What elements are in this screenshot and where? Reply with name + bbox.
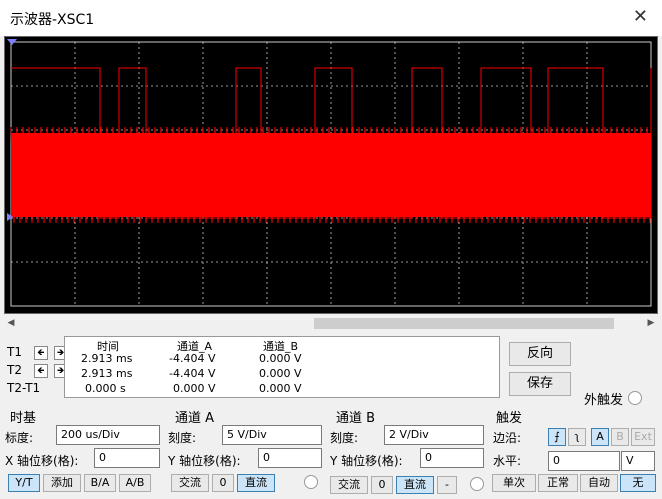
channel-a-ac-button[interactable]: 交流 (171, 474, 209, 492)
channel-b-zero-button[interactable]: 0 (371, 476, 393, 494)
trigger-group-label: 触发 (496, 411, 523, 426)
channel-b-ac-button[interactable]: 交流 (330, 476, 368, 494)
trigger-source-ext-button[interactable]: Ext (631, 428, 655, 446)
trigger-falling-edge-icon[interactable]: ʅ (568, 428, 586, 446)
channel-a-ypos-label: Y 轴位移(格): (168, 454, 241, 468)
trigger-edge-label: 边沿: (493, 431, 522, 445)
channel-b-dc-button[interactable]: 直流 (396, 476, 434, 494)
channel-b-ypos-field[interactable]: 0 (420, 448, 484, 468)
trigger-source-b-button[interactable]: B (611, 428, 629, 446)
trigger-none-button[interactable]: 无 (620, 474, 656, 492)
trigger-level-label: 水平: (493, 454, 522, 468)
trigger-auto-button[interactable]: 自动 (580, 474, 618, 492)
channel-a-ypos-field[interactable]: 0 (258, 448, 322, 468)
channel-b-scale-label: 刻度: (330, 431, 359, 445)
channel-a-zero-button[interactable]: 0 (212, 474, 234, 492)
measurement-readout: 时间 通道_A 通道_B 2.913 ms -4.404 V 0.000 V 2… (64, 336, 500, 398)
readout-diff-cha: 0.000 V (173, 382, 216, 395)
window-title: 示波器-XSC1 (10, 12, 95, 28)
readout-t1-chb: 0.000 V (259, 352, 302, 365)
readout-t2-time: 2.913 ms (81, 367, 133, 380)
t1-left-arrow-icon[interactable]: 🡸 (33, 345, 48, 360)
timebase-xpos-label: X 轴位移(格): (5, 454, 79, 468)
cursor-t2-row: T2 🡸 🡺 (7, 363, 68, 379)
timebase-xpos-field[interactable]: 0 (94, 448, 160, 468)
channel-a-scale-label: 刻度: (168, 431, 197, 445)
trigger-rising-edge-icon[interactable]: ⨍ (548, 428, 566, 446)
mode-ab-button[interactable]: A/B (119, 474, 151, 492)
readout-t2-cha: -4.404 V (169, 367, 216, 380)
channel-b-ypos-label: Y 轴位移(格): (330, 454, 403, 468)
reverse-button[interactable]: 反向 (509, 342, 571, 366)
timebase-scale-field[interactable]: 200 us/Div (56, 425, 160, 445)
timebase-group-label: 时基 (10, 411, 37, 426)
trigger-level-field[interactable]: 0 (548, 451, 620, 471)
readout-t1-cha: -4.404 V (169, 352, 216, 365)
cursor-t1-label: T1 (7, 345, 22, 359)
trigger-normal-button[interactable]: 正常 (538, 474, 578, 492)
channel-a-radio[interactable] (304, 475, 318, 489)
trigger-source-a-button[interactable]: A (591, 428, 609, 446)
trigger-single-button[interactable]: 单次 (492, 474, 536, 492)
ext-trigger-radio[interactable] (628, 391, 642, 405)
mode-ba-button[interactable]: B/A (84, 474, 116, 492)
save-button[interactable]: 保存 (509, 372, 571, 396)
channel-b-group-label: 通道 B (336, 411, 376, 426)
scroll-thumb[interactable] (314, 318, 614, 329)
title-bar: 示波器-XSC1 ✕ (0, 0, 662, 36)
timebase-scale-label: 标度: (5, 431, 34, 445)
channel-b-scale-field[interactable]: 2 V/Div (384, 425, 484, 445)
trigger-level-unit[interactable]: V (621, 451, 655, 471)
waveform-display (7, 39, 652, 307)
horizontal-scrollbar[interactable]: ◀ ▶ (4, 316, 658, 331)
readout-t1-time: 2.913 ms (81, 352, 133, 365)
cursor-diff-label: T2-T1 (7, 381, 41, 395)
cursor-t1-row: T1 🡸 🡺 (7, 345, 68, 361)
readout-diff-time: 0.000 s (85, 382, 126, 395)
oscilloscope-screen (4, 36, 658, 314)
mode-yt-button[interactable]: Y/T (8, 474, 40, 492)
readout-diff-chb: 0.000 V (259, 382, 302, 395)
channel-a-scale-field[interactable]: 5 V/Div (222, 425, 322, 445)
t2-left-arrow-icon[interactable]: 🡸 (33, 363, 48, 378)
ext-trigger-label: 外触发 (584, 393, 624, 408)
readout-t2-chb: 0.000 V (259, 367, 302, 380)
cursor-t2-label: T2 (7, 363, 22, 377)
scroll-right-icon[interactable]: ▶ (644, 316, 658, 331)
channel-a-group-label: 通道 A (175, 411, 215, 426)
mode-add-button[interactable]: 添加 (43, 474, 81, 492)
channel-b-radio[interactable] (470, 477, 484, 491)
channel-b-invert-button[interactable]: - (437, 476, 457, 494)
close-icon[interactable]: ✕ (633, 6, 648, 27)
channel-a-dc-button[interactable]: 直流 (237, 474, 275, 492)
scroll-left-icon[interactable]: ◀ (4, 316, 18, 331)
